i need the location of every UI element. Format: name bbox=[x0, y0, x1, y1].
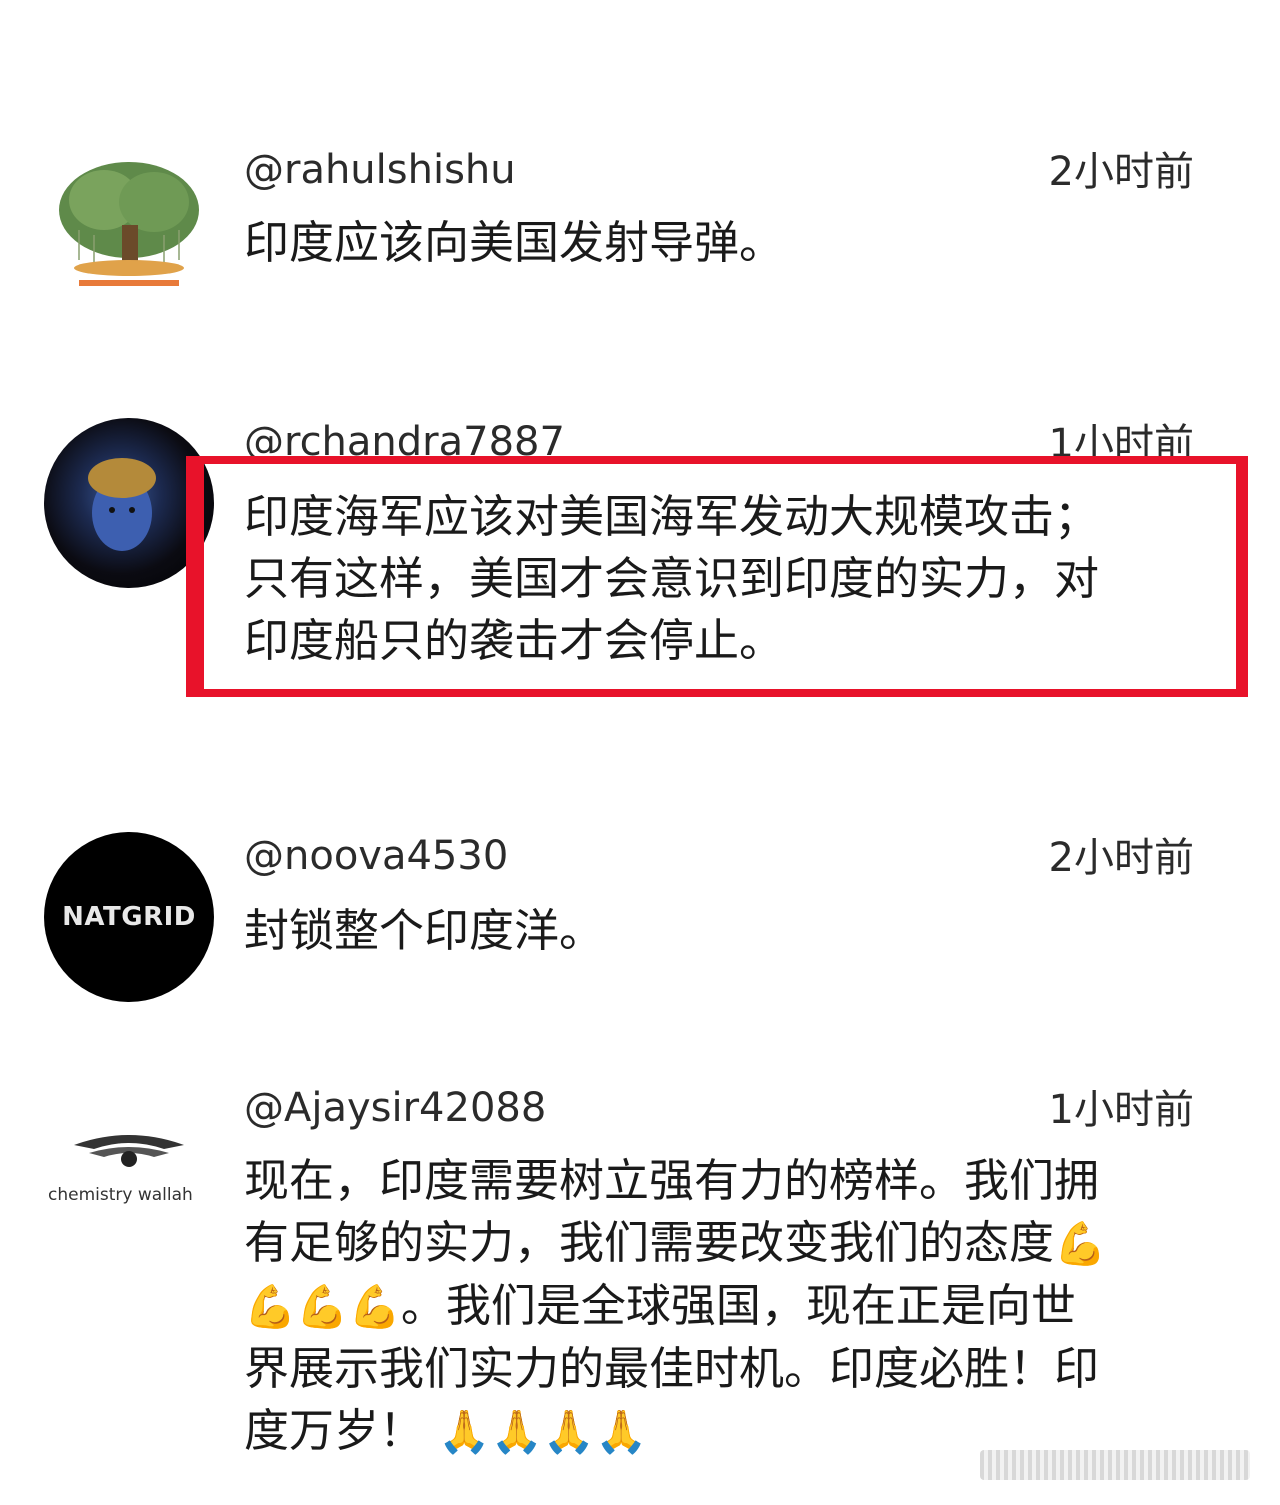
folded-hands-icon: 🙏 bbox=[438, 1407, 491, 1456]
avatar-label: chemistry wallah bbox=[48, 1185, 193, 1205]
comment-username[interactable]: @noova4530 bbox=[244, 832, 508, 880]
folded-hands-icon: 🙏 bbox=[542, 1407, 596, 1456]
folded-hands-icon: 🙏 bbox=[490, 1407, 543, 1456]
tree-logo-icon bbox=[59, 162, 199, 286]
comment-text-line: 现在，印度需要树立强有力的榜样。我们拥 bbox=[244, 1154, 1100, 1207]
comment-text-fragment: 有足够的实力，我们需要改变我们的态度 bbox=[244, 1216, 1055, 1269]
comment-username[interactable]: @Ajaysir42088 bbox=[244, 1084, 546, 1132]
avatar[interactable]: NATGRID bbox=[44, 832, 214, 1002]
comment-text-line: 💪💪💪。我们是全球强国，现在正是向世 bbox=[244, 1275, 1204, 1338]
comment-text-fragment: 。我们是全球强国，现在正是向世 bbox=[400, 1279, 1076, 1332]
comment-text-fragment: 度万岁！ bbox=[244, 1404, 425, 1457]
flexed-biceps-icon: 💪 bbox=[1054, 1219, 1107, 1268]
comment-timestamp: 2小时前 bbox=[1048, 835, 1194, 881]
flexed-biceps-icon: 💪 bbox=[244, 1282, 297, 1331]
comment-username[interactable]: @rahulshishu bbox=[244, 146, 516, 194]
avatar[interactable] bbox=[44, 140, 214, 310]
comment-text: 印度应该向美国发射导弹。 bbox=[244, 216, 785, 269]
comment-text: 封锁整个印度洋。 bbox=[244, 904, 605, 957]
flexed-biceps-icon: 💪 bbox=[296, 1282, 349, 1331]
comment-text-line: 界展示我们实力的最佳时机。印度必胜！印 bbox=[244, 1342, 1100, 1395]
comment-text: 现在，印度需要树立强有力的榜样。我们拥 有足够的实力，我们需要改变我们的态度💪 … bbox=[244, 1150, 1204, 1463]
avatar[interactable]: chemistry wallah bbox=[44, 1085, 214, 1255]
scroll-indicator[interactable] bbox=[980, 1450, 1250, 1480]
folded-hands-icon: 🙏 bbox=[595, 1407, 648, 1456]
comment-timestamp: 1小时前 bbox=[1048, 1087, 1194, 1133]
flexed-biceps-icon: 💪 bbox=[348, 1282, 401, 1331]
comment-text-line: 有足够的实力，我们需要改变我们的态度💪 bbox=[244, 1212, 1204, 1275]
avatar-label: NATGRID bbox=[62, 902, 196, 932]
highlight-box bbox=[186, 456, 1248, 697]
comment-timestamp: 2小时前 bbox=[1048, 149, 1194, 195]
